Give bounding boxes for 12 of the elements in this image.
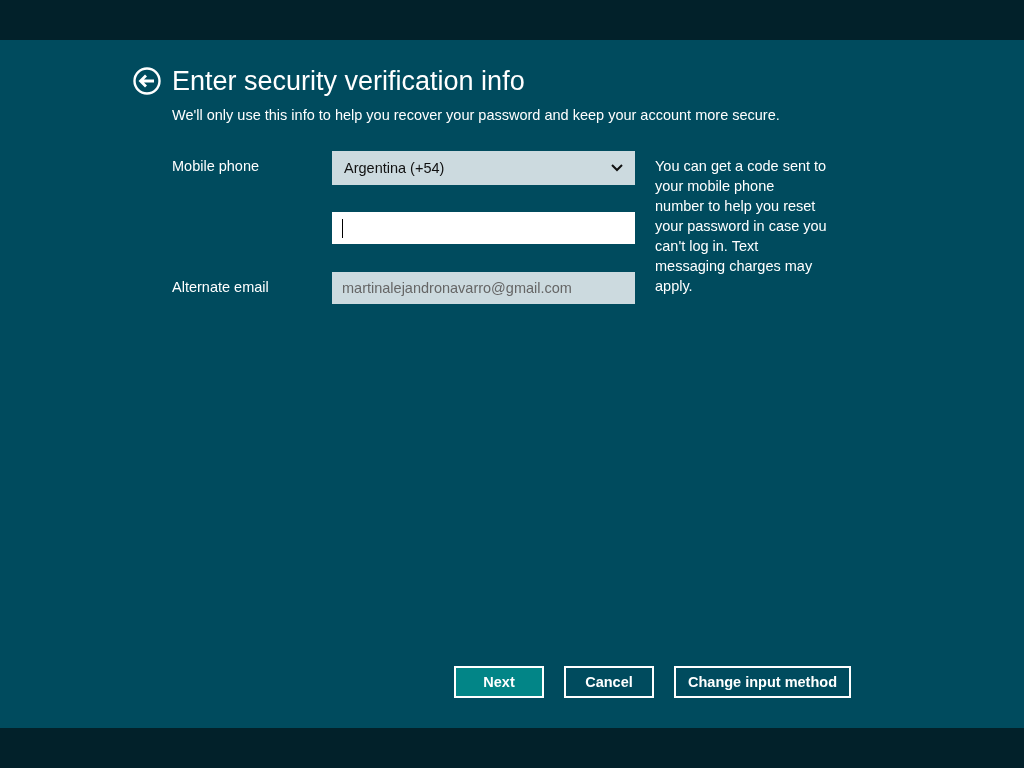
field-label: Mobile phone [172,157,261,174]
page-title: Enter security verification info [172,65,525,97]
help-text: You can get a code sent to your mobile phone number to help you reset your password in case you can't log in. Text messaging charges may apply. [655,157,827,296]
action-button[interactable]: Change input method [674,666,851,698]
chevron-down-icon [611,164,623,172]
field-label: Alternate email [172,278,270,295]
next-button[interactable]: Next [454,666,544,698]
phone-number-field[interactable] [332,212,635,244]
country-dropdown[interactable]: Argentina (+54) [332,151,635,185]
action-button[interactable]: Cancel [564,666,654,698]
subtitle-text: We'll only use this info to help you recover your password and keep your account more secure. [172,107,781,123]
back-icon[interactable] [133,67,161,95]
